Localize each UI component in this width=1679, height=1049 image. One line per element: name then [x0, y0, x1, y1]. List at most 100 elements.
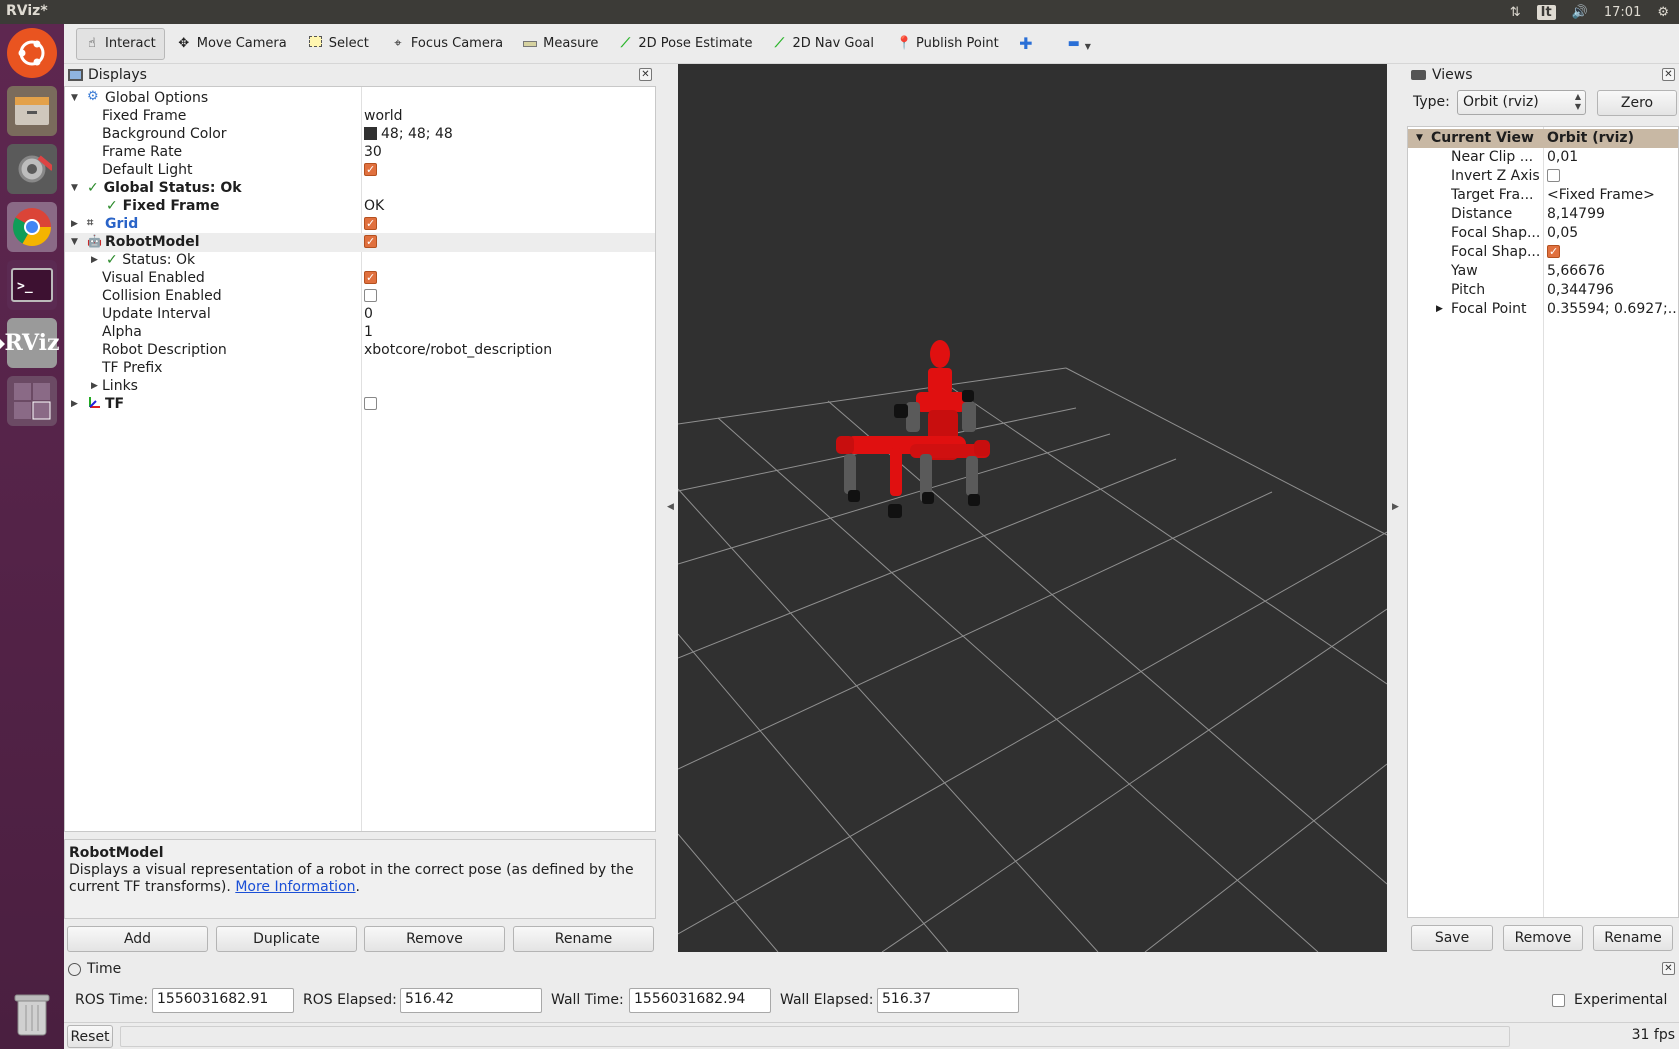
- wall-time-field[interactable]: 1556031682.94: [629, 988, 771, 1013]
- near-clip-row[interactable]: Near Clip ... 0,01: [1408, 148, 1678, 167]
- tree-row-global-status[interactable]: ▼ ✓ Global Status: Ok: [65, 179, 655, 198]
- close-icon[interactable]: ✕: [1662, 962, 1675, 975]
- reset-button[interactable]: Reset: [67, 1025, 113, 1048]
- rename-view-button[interactable]: Rename: [1593, 925, 1673, 951]
- zero-button[interactable]: Zero: [1597, 90, 1677, 116]
- color-swatch[interactable]: [364, 126, 377, 140]
- tree-row-background-color[interactable]: Background Color 48; 48; 48: [65, 125, 655, 144]
- robot-description-value[interactable]: xbotcore/robot_description: [364, 341, 552, 360]
- robot-model-checkbox[interactable]: [364, 232, 377, 251]
- interact-tool[interactable]: ☝ Interact: [76, 27, 165, 60]
- files-icon[interactable]: [7, 86, 57, 136]
- tree-row-visual-enabled[interactable]: Visual Enabled: [65, 268, 655, 288]
- close-icon[interactable]: ✕: [639, 68, 652, 81]
- visual-enabled-checkbox[interactable]: [364, 268, 377, 287]
- collapse-left-dock-arrow[interactable]: ◀: [667, 502, 674, 512]
- expand-arrow-icon[interactable]: ▼: [71, 179, 78, 198]
- fixed-frame-value[interactable]: world: [364, 107, 403, 126]
- move-camera-tool[interactable]: ✥ Move Camera: [169, 28, 295, 60]
- remove-display-button[interactable]: Remove: [364, 926, 505, 952]
- invert-z-row[interactable]: Invert Z Axis: [1408, 167, 1678, 186]
- expand-arrow-icon[interactable]: ▼: [71, 89, 78, 108]
- grid-checkbox[interactable]: [364, 214, 377, 233]
- tree-row-links[interactable]: ▶ Links: [65, 377, 655, 396]
- distance-row[interactable]: Distance 8,14799: [1408, 205, 1678, 224]
- tree-row-status-fixed-frame[interactable]: ✓ Fixed Frame OK: [65, 197, 655, 216]
- nav-goal-tool[interactable]: ⟋ 2D Nav Goal: [764, 28, 882, 60]
- clock[interactable]: 17:01: [1604, 5, 1641, 20]
- tree-row-collision-enabled[interactable]: Collision Enabled: [65, 287, 655, 306]
- chrome-icon[interactable]: [7, 202, 57, 252]
- distance-value[interactable]: 8,14799: [1547, 205, 1677, 224]
- tree-row-grid[interactable]: ▶ ⌗ Grid: [65, 214, 655, 234]
- collapse-arrow-icon[interactable]: ▶: [91, 377, 98, 396]
- background-color-value[interactable]: 48; 48; 48: [381, 126, 453, 142]
- trash-icon[interactable]: [7, 989, 57, 1039]
- tree-row-robot-status[interactable]: ▶ ✓ Status: Ok: [65, 251, 655, 270]
- select-tool[interactable]: Select: [301, 28, 377, 60]
- focal-shape-fixed-checkbox[interactable]: [1547, 243, 1560, 261]
- collapse-arrow-icon[interactable]: ▶: [71, 215, 78, 234]
- network-icon[interactable]: ⇅: [1510, 5, 1521, 20]
- collapse-arrow-icon[interactable]: ▶: [71, 395, 78, 414]
- focal-shape-fixed-row[interactable]: Focal Shap...: [1408, 243, 1678, 262]
- duplicate-button[interactable]: Duplicate: [216, 926, 357, 952]
- tree-row-frame-rate[interactable]: Frame Rate 30: [65, 143, 655, 162]
- pitch-row[interactable]: Pitch 0,344796: [1408, 281, 1678, 300]
- invert-z-checkbox[interactable]: [1547, 168, 1560, 182]
- focal-shape-size-value[interactable]: 0,05: [1547, 224, 1677, 243]
- system-settings-icon[interactable]: [7, 144, 57, 194]
- tree-row-tf-prefix[interactable]: TF Prefix: [65, 359, 655, 378]
- target-frame-row[interactable]: Target Fra... <Fixed Frame>: [1408, 186, 1678, 205]
- collision-enabled-checkbox[interactable]: [364, 288, 377, 302]
- tree-row-update-interval[interactable]: Update Interval 0: [65, 305, 655, 324]
- collapse-arrow-icon[interactable]: ▶: [91, 251, 98, 270]
- terminal-icon[interactable]: >_: [7, 260, 57, 310]
- focus-camera-tool[interactable]: ⌖ Focus Camera: [383, 28, 511, 60]
- tree-row-tf[interactable]: ▶ TF: [65, 395, 655, 414]
- gear-icon[interactable]: ⚙: [1657, 5, 1669, 20]
- target-frame-value[interactable]: <Fixed Frame>: [1547, 186, 1677, 205]
- save-view-button[interactable]: Save: [1411, 925, 1493, 951]
- view-type-select[interactable]: Orbit (rviz) ▲ ▼: [1457, 90, 1586, 115]
- collapse-arrow-icon[interactable]: ▶: [1436, 300, 1443, 319]
- rviz-launcher-icon[interactable]: RViz: [0, 318, 60, 368]
- near-clip-value[interactable]: 0,01: [1547, 148, 1677, 167]
- focal-point-row[interactable]: ▶ Focal Point 0.35594; 0.6927;...: [1408, 300, 1678, 319]
- add-button[interactable]: Add: [67, 926, 208, 952]
- tree-row-robot-description[interactable]: Robot Description xbotcore/robot_descrip…: [65, 341, 655, 360]
- volume-icon[interactable]: 🔊: [1572, 5, 1588, 20]
- expand-arrow-icon[interactable]: ▼: [71, 233, 78, 252]
- ubuntu-dash-icon[interactable]: [7, 28, 57, 78]
- tree-row-global-options[interactable]: ▼ ⚙ Global Options: [65, 89, 655, 108]
- more-information-link[interactable]: More Information: [235, 879, 355, 895]
- keyboard-layout-indicator[interactable]: It: [1536, 4, 1556, 20]
- focal-point-value[interactable]: 0.35594; 0.6927;...: [1547, 300, 1677, 319]
- default-light-checkbox[interactable]: [364, 160, 377, 179]
- workspace-switcher-icon[interactable]: [7, 376, 57, 426]
- pitch-value[interactable]: 0,344796: [1547, 281, 1677, 300]
- pose-estimate-tool[interactable]: ⟋ 2D Pose Estimate: [610, 28, 760, 60]
- tree-row-robot-model[interactable]: ▼ 🤖 RobotModel: [65, 232, 655, 252]
- publish-point-tool[interactable]: 📍 Publish Point: [888, 28, 1007, 60]
- tf-checkbox[interactable]: [364, 396, 377, 410]
- ros-time-field[interactable]: 1556031682.91: [152, 988, 294, 1013]
- tree-row-alpha[interactable]: Alpha 1: [65, 323, 655, 342]
- 3d-viewport[interactable]: [678, 64, 1387, 952]
- yaw-value[interactable]: 5,66676: [1547, 262, 1677, 281]
- close-icon[interactable]: ✕: [1662, 68, 1675, 81]
- remove-tool-button[interactable]: ▬ ▼: [1059, 28, 1099, 60]
- experimental-checkbox[interactable]: [1552, 993, 1565, 1007]
- update-interval-value[interactable]: 0: [364, 305, 373, 324]
- tree-row-fixed-frame[interactable]: Fixed Frame world: [65, 107, 655, 126]
- tree-row-default-light[interactable]: Default Light: [65, 160, 655, 180]
- current-view-row[interactable]: ▼ Current View Orbit (rviz): [1408, 129, 1678, 148]
- expand-arrow-icon[interactable]: ▼: [1416, 129, 1423, 148]
- focal-shape-size-row[interactable]: Focal Shap... 0,05: [1408, 224, 1678, 243]
- ros-elapsed-field[interactable]: 516.42: [400, 988, 542, 1013]
- collapse-right-dock-arrow[interactable]: ▶: [1392, 502, 1399, 512]
- add-tool-button[interactable]: ✚: [1011, 28, 1041, 60]
- remove-view-button[interactable]: Remove: [1503, 925, 1583, 951]
- measure-tool[interactable]: Measure: [515, 28, 606, 60]
- alpha-value[interactable]: 1: [364, 323, 373, 342]
